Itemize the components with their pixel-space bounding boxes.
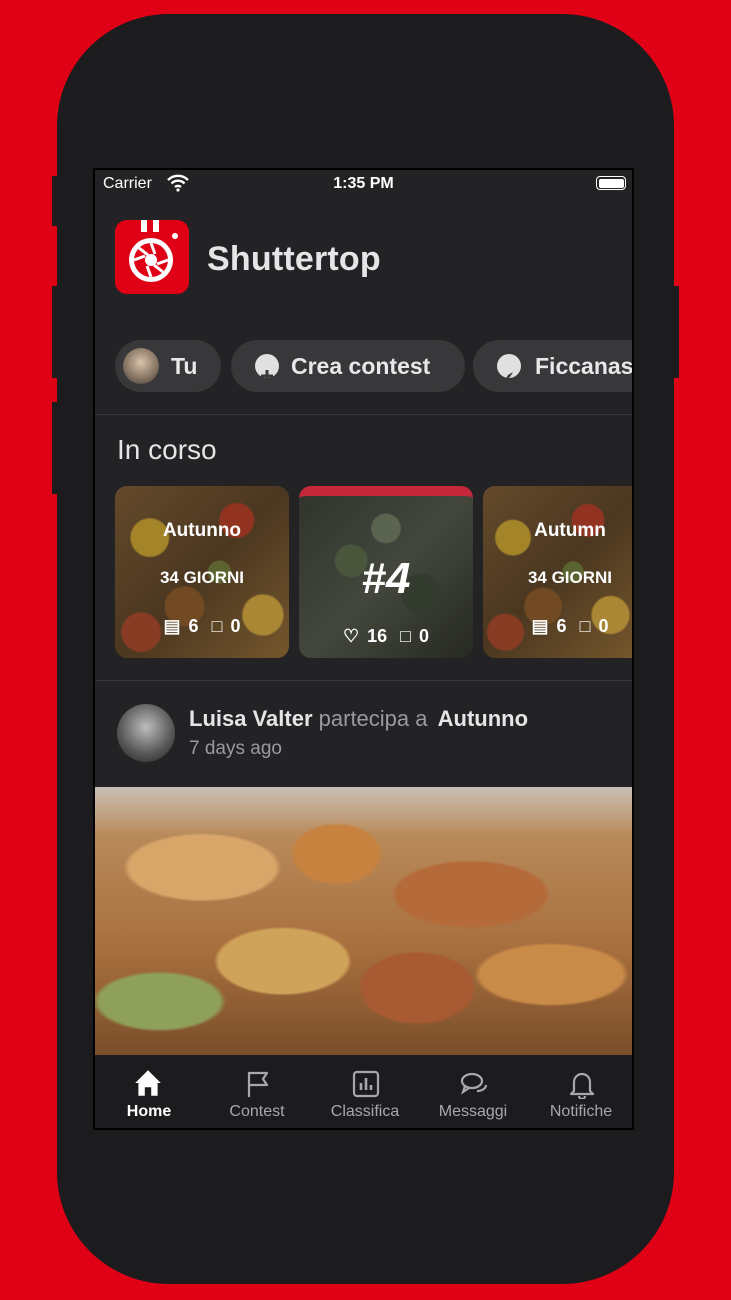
- heart-icon: ♡: [342, 626, 360, 646]
- shuttertop-logo-icon: [115, 220, 189, 294]
- tab-contest[interactable]: Contest: [203, 1055, 311, 1128]
- app-screen: Carrier 1:35 PM Shuttertop Tu Crea conte…: [93, 168, 634, 1130]
- chip-you-label: Tu: [171, 353, 198, 379]
- chip-explore[interactable]: Ficcanas: [473, 340, 634, 392]
- tab-messages-label: Messaggi: [438, 1103, 508, 1120]
- status-bar: Carrier 1:35 PM: [95, 170, 632, 198]
- comments-count: 0: [419, 626, 430, 646]
- chat-icon: [460, 1072, 488, 1095]
- tab-messages[interactable]: Messaggi: [419, 1055, 527, 1128]
- comments-count: 0: [230, 616, 241, 636]
- in-progress-title: In corso: [117, 434, 217, 465]
- power-button: [673, 286, 679, 378]
- comment-icon: □: [400, 626, 412, 646]
- tab-home[interactable]: Home: [95, 1055, 203, 1128]
- image-icon: ▤: [531, 616, 549, 636]
- post-activity-line: Luisa Valter partecipa a Autunno: [189, 706, 528, 732]
- photos-count: 6: [188, 616, 199, 636]
- post-action: partecipa a: [318, 706, 428, 731]
- contest-stats: ▤ 6 □ 0: [483, 616, 632, 637]
- comment-icon: □: [211, 616, 223, 636]
- chart-icon: [352, 1070, 380, 1098]
- chip-create-contest-label: Crea contest: [291, 353, 431, 379]
- tab-leaderboard-label: Classifica: [330, 1103, 400, 1120]
- home-icon: [135, 1070, 161, 1096]
- tab-notifications[interactable]: Notifiche: [527, 1055, 632, 1128]
- contest-days-left: 34 GIORNI: [159, 568, 245, 587]
- tab-bar: Home Contest Classifica Messaggi Notific…: [95, 1055, 632, 1128]
- battery-icon: [596, 176, 626, 190]
- contest-stats: ▤ 6 □ 0: [115, 616, 289, 637]
- volume-down-button: [52, 402, 58, 494]
- tab-leaderboard[interactable]: Classifica: [311, 1055, 419, 1128]
- chip-explore-label: Ficcanas: [535, 353, 634, 379]
- contest-title: Autumn: [534, 520, 606, 541]
- chip-create-contest[interactable]: Crea contest: [231, 340, 465, 392]
- contest-card[interactable]: Autunno 34 GIORNI ▤ 6 □ 0: [115, 486, 289, 658]
- photos-count: 6: [556, 616, 567, 636]
- mute-switch: [52, 176, 58, 226]
- post-photo[interactable]: [95, 787, 632, 1055]
- tab-notifications-label: Notifiche: [549, 1103, 613, 1120]
- compass-icon: [497, 354, 521, 380]
- post-contest-link[interactable]: Autunno: [438, 706, 528, 731]
- tab-contest-label: Contest: [229, 1103, 285, 1120]
- flag-icon: [247, 1071, 269, 1097]
- plus-circle-icon: [255, 354, 279, 382]
- comments-count: 0: [598, 616, 609, 636]
- comment-icon: □: [579, 616, 591, 636]
- app-header: Shuttertop: [95, 214, 632, 294]
- app-title: Shuttertop: [207, 240, 381, 278]
- tab-home-label: Home: [126, 1103, 172, 1120]
- post-timestamp: 7 days ago: [189, 738, 282, 759]
- post-user-avatar[interactable]: [117, 704, 175, 762]
- contest-title: Autunno: [162, 520, 242, 541]
- contest-stats: ♡ 16 □ 0: [299, 626, 473, 647]
- clock: 1:35 PM: [333, 175, 394, 192]
- chip-you[interactable]: Tu: [115, 340, 221, 392]
- divider: [95, 414, 632, 415]
- divider: [95, 680, 632, 681]
- contest-rank: #4: [361, 554, 411, 603]
- feed-post-header: Luisa Valter partecipa a Autunno 7 days …: [95, 690, 632, 786]
- contest-days-left: 34 GIORNI: [527, 568, 613, 587]
- image-icon: ▤: [163, 616, 181, 636]
- post-user-name[interactable]: Luisa Valter: [189, 706, 313, 731]
- contest-card[interactable]: #4 ♡ 16 □ 0: [299, 486, 473, 658]
- contest-card[interactable]: Autumn 34 GIORNI ▤ 6 □ 0: [483, 486, 632, 658]
- volume-up-button: [52, 286, 58, 378]
- user-avatar: [123, 348, 159, 384]
- likes-count: 16: [367, 626, 388, 646]
- bell-icon: [569, 1072, 595, 1099]
